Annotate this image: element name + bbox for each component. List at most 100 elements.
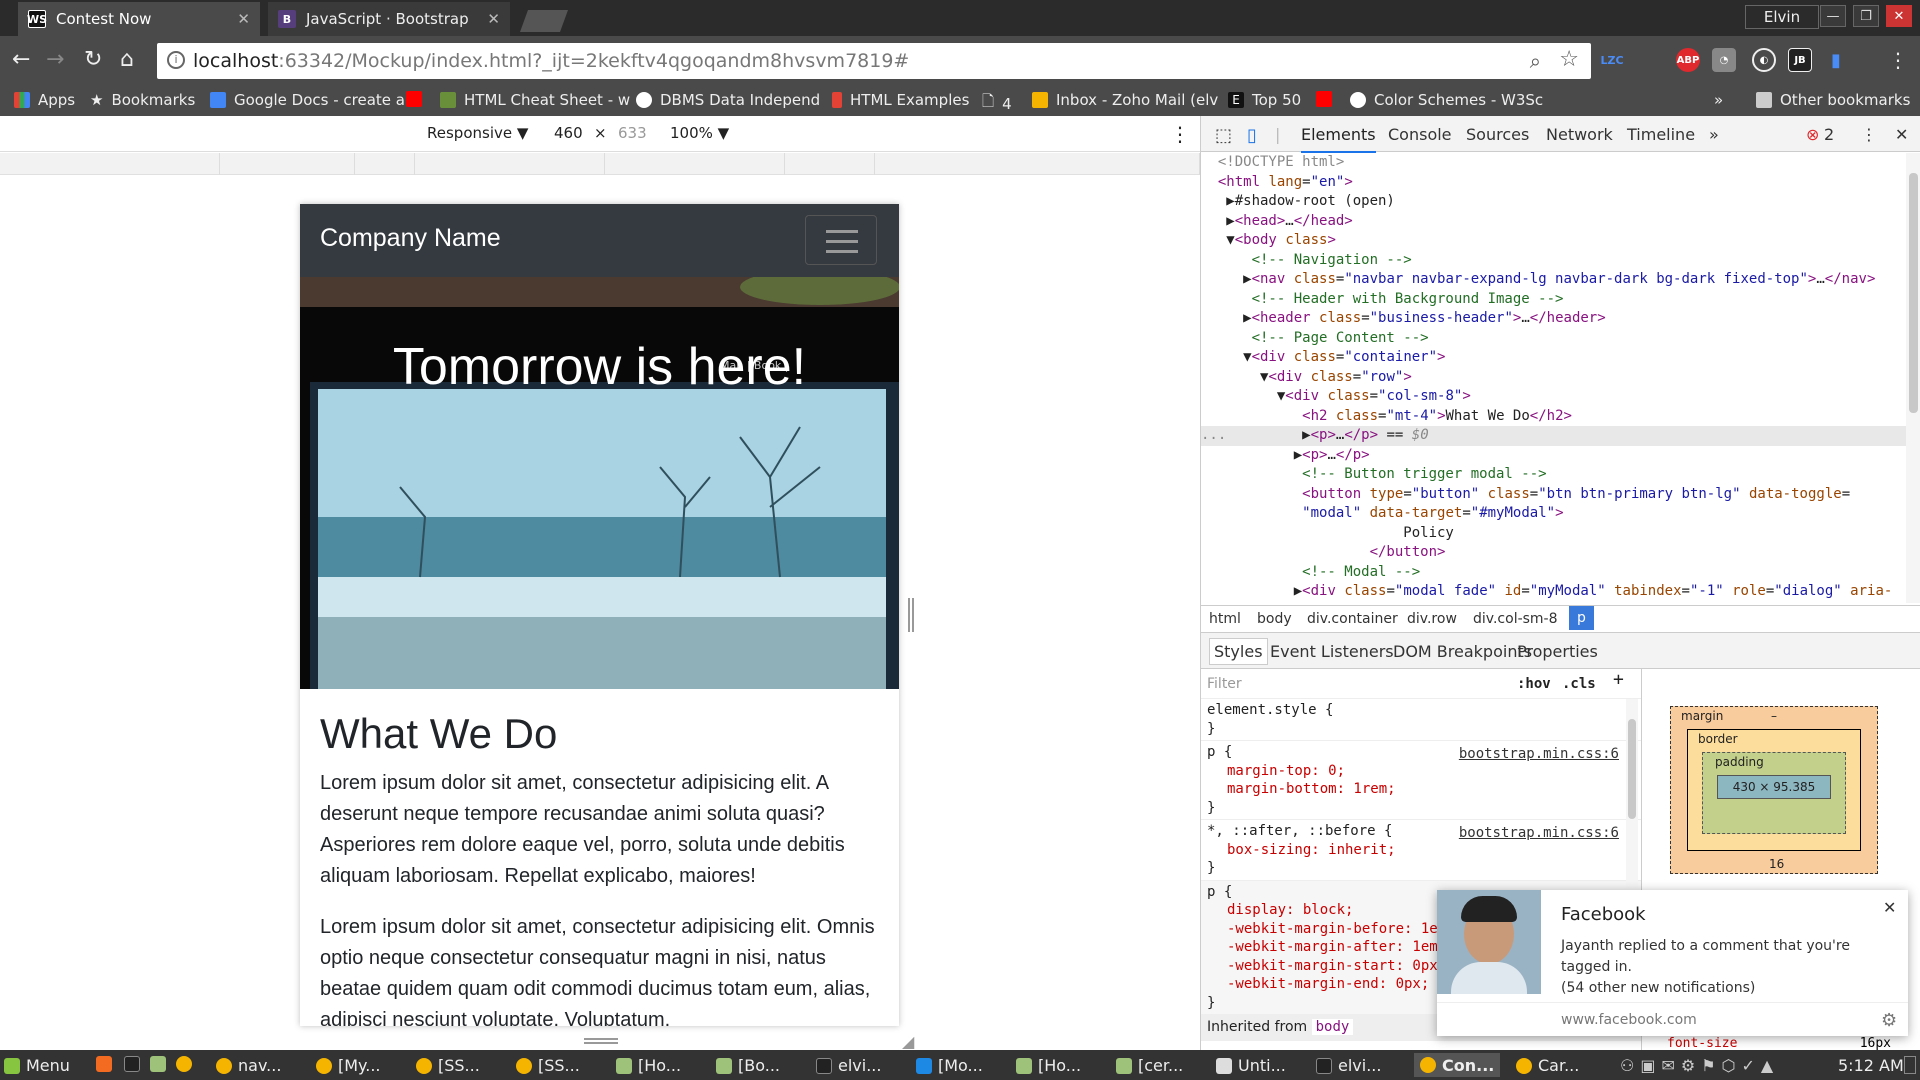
inspect-element-icon[interactable]: ⬚ — [1215, 125, 1232, 146]
tab-properties[interactable]: Properties — [1517, 642, 1598, 661]
bookmark-youtube-2[interactable] — [1316, 91, 1340, 107]
launcher-files[interactable] — [150, 1056, 172, 1072]
rule1-source-link[interactable]: bootstrap.min.css:6 — [1459, 745, 1619, 764]
task-item[interactable]: elvi... — [1316, 1056, 1381, 1075]
adblock-plus-icon[interactable]: ABP — [1676, 48, 1700, 72]
bookmark-html-cheat-sheet[interactable]: HTML Cheat Sheet - w — [440, 91, 630, 109]
task-item[interactable]: Unti... — [1216, 1056, 1286, 1075]
facebook-notification[interactable]: Facebook Jayanth replied to a comment th… — [1437, 890, 1908, 1036]
new-tab-button[interactable] — [519, 10, 569, 32]
start-menu-button[interactable]: Menu — [4, 1056, 70, 1075]
reload-icon[interactable]: ↻ — [84, 49, 102, 71]
class-toggle[interactable]: .cls — [1562, 675, 1596, 694]
bookmark-zoho-inbox[interactable]: Inbox - Zoho Mail (elv — [1032, 91, 1218, 109]
restore-button[interactable]: ❐ — [1853, 5, 1879, 27]
crumb-container[interactable]: div.container — [1307, 611, 1398, 627]
launcher-firefox[interactable] — [96, 1056, 118, 1072]
hover-state-toggle[interactable]: :hov — [1517, 675, 1551, 694]
notification-settings-icon[interactable]: ⚙ — [1881, 1010, 1897, 1031]
tab-javascript-bootstrap[interactable]: B JavaScript · Bootstrap ✕ — [268, 2, 510, 36]
extension-dark-mode-icon[interactable]: ◐ — [1752, 48, 1776, 72]
clock[interactable]: 5:12 AM — [1838, 1056, 1904, 1075]
styles-filter-input[interactable]: Filter — [1207, 675, 1242, 694]
other-bookmarks-folder[interactable]: Other bookmarks — [1756, 91, 1910, 109]
error-icon[interactable]: ⊗ — [1806, 125, 1819, 144]
tab-sources[interactable]: Sources — [1466, 125, 1529, 144]
show-desktop-button[interactable] — [1904, 1056, 1916, 1074]
resize-corner-icon[interactable]: ◢ — [902, 1032, 914, 1051]
dom-tree[interactable]: <!DOCTYPE html> <html lang="en"> ▶#shado… — [1201, 153, 1906, 601]
tab-elements[interactable]: Elements — [1301, 125, 1376, 153]
responsive-mode-select[interactable]: Responsive ▼ — [427, 124, 528, 142]
devtools-menu-icon[interactable]: ⋮ — [1861, 125, 1877, 144]
bookmark-html-examples[interactable]: HTML Examples — [832, 91, 969, 109]
rule1-prop-2[interactable]: margin-bottom: 1rem; — [1207, 780, 1635, 799]
task-item[interactable]: [cer... — [1116, 1056, 1183, 1075]
launcher-terminal[interactable] — [124, 1056, 146, 1072]
extension-lzc-icon[interactable]: LZC — [1600, 48, 1624, 72]
device-mode-icon[interactable]: ▯ — [1247, 125, 1257, 146]
bookmark-youtube-1[interactable] — [406, 91, 430, 107]
forward-icon[interactable]: → — [46, 49, 64, 71]
device-options-icon[interactable]: ⋮ — [1170, 122, 1190, 146]
rule2-source-link[interactable]: bootstrap.min.css:6 — [1459, 824, 1619, 843]
navbar-toggler-button[interactable] — [805, 215, 877, 265]
extension-color-icon[interactable]: ▮ — [1824, 48, 1848, 72]
task-item-active[interactable]: Con... — [1414, 1053, 1501, 1077]
resize-handle-bottom[interactable] — [584, 1038, 618, 1044]
tab-network[interactable]: Network — [1546, 125, 1613, 144]
task-item[interactable]: nav... — [216, 1056, 281, 1075]
dom-scrollbar[interactable] — [1906, 153, 1920, 603]
extension-jb-icon[interactable]: JB — [1788, 48, 1812, 72]
crumb-html[interactable]: html — [1209, 611, 1241, 627]
close-devtools-icon[interactable]: ✕ — [1895, 125, 1908, 144]
bookmark-top-50[interactable]: E Top 50 — [1228, 91, 1301, 109]
task-item[interactable]: [Ho... — [1016, 1056, 1081, 1075]
back-icon[interactable]: ← — [12, 49, 30, 71]
home-icon[interactable]: ⌂ — [120, 49, 134, 71]
bookmark-bookmarks[interactable]: ★ Bookmarks — [90, 91, 195, 109]
close-tab-icon[interactable]: ✕ — [237, 10, 250, 28]
resize-handle-right[interactable] — [908, 598, 914, 632]
rule2-prop-1[interactable]: box-sizing: inherit; — [1207, 841, 1635, 860]
tab-timeline[interactable]: Timeline — [1627, 125, 1695, 144]
task-item[interactable]: [Bo... — [716, 1056, 780, 1075]
profile-button[interactable]: Elvin — [1745, 5, 1819, 29]
inherited-tag[interactable]: body — [1311, 1019, 1354, 1035]
bookmark-apps[interactable]: Apps — [14, 91, 75, 109]
chrome-menu-icon[interactable]: ⋮ — [1888, 49, 1908, 71]
bookmark-dbms[interactable]: DBMS Data Independ — [636, 91, 820, 109]
close-tab-icon[interactable]: ✕ — [487, 10, 500, 28]
crumb-p[interactable]: p — [1569, 606, 1594, 630]
tab-console[interactable]: Console — [1388, 125, 1452, 144]
error-count[interactable]: 2 — [1824, 125, 1834, 144]
computed-prop[interactable]: font-size — [1667, 1036, 1737, 1051]
bookmark-google-docs[interactable]: Google Docs - create a — [210, 91, 405, 109]
system-tray-icons[interactable]: ⚇▣✉⚙⚑⬡✓▲ — [1620, 1056, 1779, 1075]
extension-user-icon[interactable]: ◔ — [1712, 48, 1736, 72]
crumb-body[interactable]: body — [1257, 611, 1292, 627]
task-item[interactable]: [Ho... — [616, 1056, 681, 1075]
close-notification-icon[interactable]: ✕ — [1883, 898, 1896, 917]
bookmark-star-icon[interactable]: ☆ — [1559, 47, 1579, 72]
task-item[interactable]: [SS... — [416, 1056, 480, 1075]
tab-contest-now[interactable]: WS Contest Now ✕ — [18, 2, 260, 36]
info-icon[interactable]: i — [167, 51, 185, 69]
crumb-col[interactable]: div.col-sm-8 — [1473, 611, 1558, 627]
media-query-ruler[interactable] — [0, 153, 1200, 175]
crumb-row[interactable]: div.row — [1407, 611, 1457, 627]
rule1-prop-1[interactable]: margin-top: 0; — [1207, 762, 1635, 781]
navbar-brand[interactable]: Company Name — [320, 224, 501, 253]
launcher-chrome[interactable] — [176, 1056, 198, 1072]
tab-styles[interactable]: Styles — [1209, 638, 1268, 665]
task-item[interactable]: [SS... — [516, 1056, 580, 1075]
task-item[interactable]: [Mo... — [916, 1056, 983, 1075]
close-window-button[interactable]: ✕ — [1886, 5, 1912, 27]
task-item[interactable]: elvi... — [816, 1056, 881, 1075]
omnibox[interactable]: i localhost:63342/Mockup/index.html?_ijt… — [157, 43, 1591, 79]
add-rule-icon[interactable]: + — [1613, 670, 1624, 690]
zoom-icon[interactable]: ⌕ — [1530, 49, 1541, 73]
tab-dom-breakpoints[interactable]: DOM Breakpoints — [1393, 642, 1532, 661]
bookmarks-overflow-button[interactable]: » — [1714, 91, 1723, 109]
bookmark-4[interactable]: 🗋 4 — [982, 91, 1012, 116]
